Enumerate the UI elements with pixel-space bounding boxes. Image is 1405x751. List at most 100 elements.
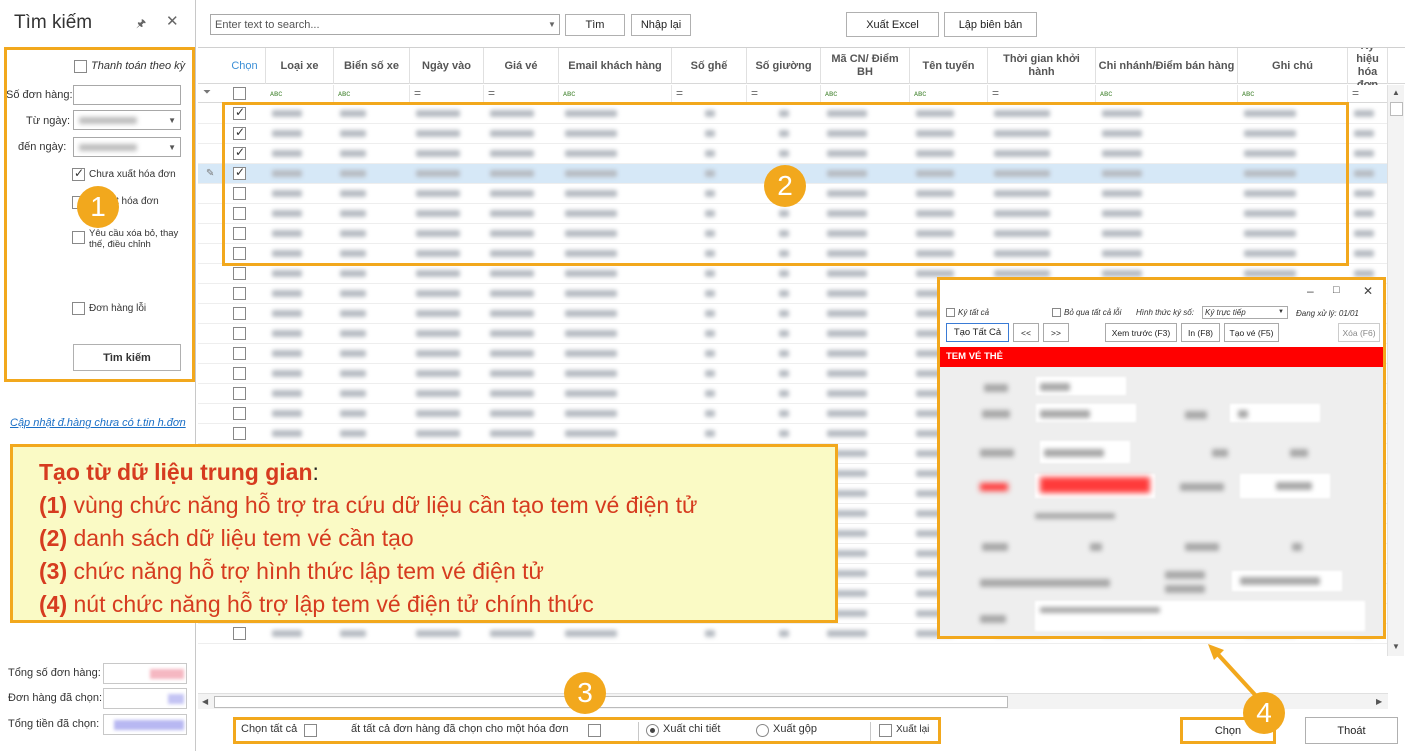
column-filter[interactable]: = <box>988 85 1096 103</box>
row-checkbox[interactable] <box>233 287 246 300</box>
vertical-scrollbar[interactable]: ▲ ▼ <box>1387 85 1404 656</box>
sign-method-value: Ký trực tiếp <box>1205 308 1246 317</box>
highlight-box-3: Chọn tất cả ất tất cả đơn hàng đã chọn c… <box>233 717 941 744</box>
column-header[interactable]: Số ghế <box>672 48 747 84</box>
row-checkbox[interactable] <box>233 125 246 140</box>
column-filter[interactable]: = <box>410 85 484 103</box>
column-header[interactable]: Biển số xe <box>334 48 410 84</box>
scroll-left-icon[interactable]: ◀ <box>202 697 208 706</box>
table-row[interactable] <box>198 224 1388 244</box>
row-checkbox[interactable] <box>233 267 246 280</box>
column-header[interactable]: Tên tuyến <box>910 48 988 84</box>
column-filter[interactable]: ᴀʙᴄ <box>334 85 410 103</box>
ticket-form-body <box>940 367 1383 636</box>
column-header[interactable]: Loại xe <box>266 48 334 84</box>
search-input[interactable] <box>210 14 560 35</box>
row-checkbox[interactable] <box>233 307 246 320</box>
column-header[interactable]: Giá vé <box>484 48 559 84</box>
row-checkbox[interactable] <box>233 407 246 420</box>
row-checkbox[interactable] <box>233 387 246 400</box>
column-header[interactable]: Email khách hàng <box>559 48 672 84</box>
pin-icon[interactable]: 🖈︎ <box>136 15 146 34</box>
table-row[interactable] <box>198 144 1388 164</box>
row-checkbox[interactable] <box>233 327 246 340</box>
column-filter[interactable]: = <box>1348 85 1388 103</box>
merge-orders-checkbox[interactable] <box>588 724 601 737</box>
next-button[interactable]: >> <box>1043 323 1069 342</box>
skip-errors-label: Bỏ qua tất cả lỗi <box>1064 308 1122 317</box>
column-header[interactable]: Chọn <box>224 48 266 84</box>
row-checkbox[interactable] <box>233 367 246 380</box>
row-checkbox[interactable] <box>233 105 246 120</box>
scroll-up-icon[interactable]: ▲ <box>1392 88 1400 97</box>
sign-method-select[interactable]: Ký trực tiếp ▼ <box>1202 306 1288 319</box>
row-checkbox[interactable] <box>233 207 246 220</box>
row-checkbox[interactable] <box>233 347 246 360</box>
column-header[interactable]: Thời gian khởi hành <box>988 48 1096 84</box>
column-filter[interactable]: ᴀʙᴄ <box>1096 85 1238 103</box>
column-filter[interactable]: ᴀʙᴄ <box>910 85 988 103</box>
preview-button[interactable]: Xem trước (F3) <box>1105 323 1177 342</box>
close-icon[interactable]: ✕ <box>166 12 179 30</box>
column-header[interactable]: Chi nhánh/Điểm bán hàng <box>1096 48 1238 84</box>
chevron-down-icon[interactable]: ▼ <box>548 20 556 29</box>
column-filter[interactable]: ᴀʙᴄ <box>1238 85 1348 103</box>
reset-button[interactable]: Nhập lại <box>631 14 691 36</box>
column-filter[interactable]: ᴀʙᴄ <box>821 85 910 103</box>
row-checkbox[interactable] <box>233 187 246 200</box>
table-row[interactable] <box>198 204 1388 224</box>
annotation-note: Tạo từ dữ liệu trung gian: (1) vùng chức… <box>10 444 838 623</box>
create-report-button[interactable]: Lập biên bản <box>944 12 1037 37</box>
print-button[interactable]: In (F8) <box>1181 323 1220 342</box>
table-row[interactable] <box>198 104 1388 124</box>
close-icon[interactable]: ✕ <box>1363 284 1373 298</box>
column-filter[interactable]: = <box>747 85 821 103</box>
row-checkbox[interactable] <box>233 427 246 440</box>
create-all-button[interactable]: Tạo Tất Cả <box>946 323 1009 342</box>
create-ticket-button[interactable]: Tạo vé (F5) <box>1224 323 1279 342</box>
merge-orders-label: ất tất cả đơn hàng đã chọn cho một hóa đ… <box>351 723 569 735</box>
sign-all-checkbox[interactable] <box>946 308 955 317</box>
prev-button[interactable]: << <box>1013 323 1039 342</box>
scroll-thumb[interactable] <box>1390 102 1403 116</box>
column-header[interactable]: Số giường <box>747 48 821 84</box>
minimize-icon[interactable]: – <box>1307 284 1314 298</box>
filter-icon[interactable]: ⏷ <box>203 87 211 98</box>
skip-errors-checkbox[interactable] <box>1052 308 1061 317</box>
table-row[interactable] <box>198 124 1388 144</box>
detail-export-radio[interactable] <box>646 724 659 737</box>
processing-label: Đang xử lý: 01/01 <box>1296 309 1359 318</box>
row-checkbox[interactable] <box>233 165 246 180</box>
scroll-down-icon[interactable]: ▼ <box>1392 642 1400 651</box>
column-filter[interactable]: ᴀʙᴄ <box>559 85 672 103</box>
column-header[interactable]: Ký hiệu hóa đơn <box>1348 48 1388 91</box>
note-item: (1) vùng chức năng hỗ trợ tra cứu dữ liệ… <box>39 489 835 522</box>
re-export-label: Xuất lại <box>896 724 930 735</box>
column-header[interactable]: Mã CN/ Điểm BH <box>821 48 910 84</box>
scroll-right-icon[interactable]: ▶ <box>1376 697 1382 706</box>
export-excel-button[interactable]: Xuất Excel <box>846 12 939 37</box>
table-row[interactable] <box>198 244 1388 264</box>
maximize-icon[interactable]: □ <box>1333 284 1340 296</box>
badge-1: 1 <box>77 186 119 228</box>
column-filter[interactable]: = <box>484 85 559 103</box>
re-export-checkbox[interactable] <box>879 724 892 737</box>
column-header[interactable]: Ghi chú <box>1238 48 1348 84</box>
row-checkbox[interactable] <box>233 145 246 160</box>
note-item-number: (2) <box>39 525 68 551</box>
column-filter[interactable]: ᴀʙᴄ <box>266 85 334 103</box>
row-checkbox[interactable] <box>233 627 246 640</box>
delete-button[interactable]: Xóa (F6) <box>1338 323 1380 342</box>
column-filter[interactable]: = <box>672 85 747 103</box>
exit-button[interactable]: Thoát <box>1305 717 1398 744</box>
note-item-text: nút chức năng hỗ trợ lập tem vé điện tử … <box>73 591 594 617</box>
grouped-export-radio[interactable] <box>756 724 769 737</box>
row-checkbox[interactable] <box>233 247 246 260</box>
update-orders-link[interactable]: Cập nhật đ.hàng chưa có t.tin h.đơn <box>10 417 186 429</box>
select-all-checkbox[interactable] <box>304 724 317 737</box>
grid-select-all-checkbox[interactable] <box>233 87 246 100</box>
scroll-thumb[interactable] <box>214 696 1008 708</box>
row-checkbox[interactable] <box>233 227 246 240</box>
find-button[interactable]: Tìm <box>565 14 625 36</box>
column-header[interactable]: Ngày vào <box>410 48 484 84</box>
